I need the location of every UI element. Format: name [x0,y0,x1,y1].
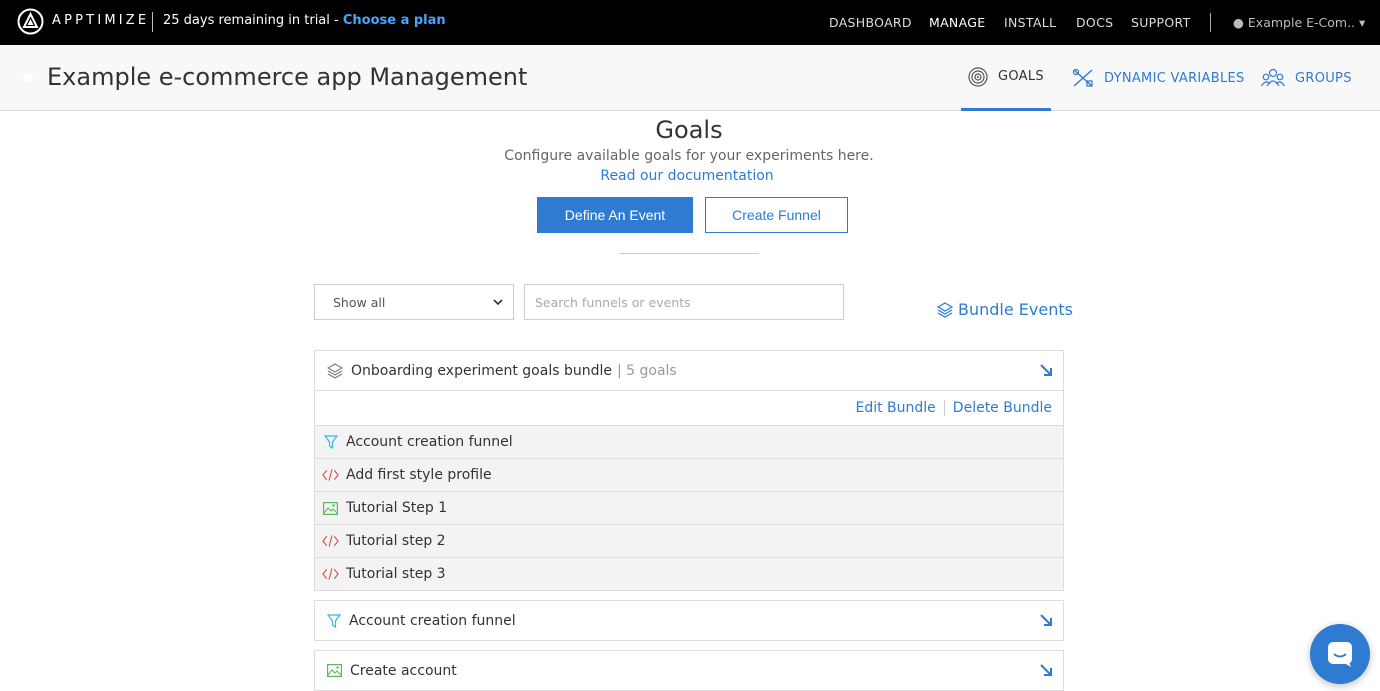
goal-header[interactable]: Account creation funnel [315,601,1063,640]
code-icon [322,468,339,482]
bundle-header[interactable]: Onboarding experiment goals bundle | 5 g… [315,351,1063,390]
groups-icon [1261,68,1285,87]
action-separator [943,400,945,416]
trial-text: 25 days remaining in trial - [163,13,343,28]
bundle-events-label: Bundle Events [958,300,1073,319]
bundle-goal-label: Add first style profile [346,467,492,483]
bundle-goal-label: Account creation funnel [346,434,513,450]
app-switcher-label: Example E-Com.. [1247,15,1356,30]
nav-install[interactable]: INSTALL [1004,15,1056,30]
funnel-icon [322,435,339,449]
tab-groups-label: GROUPS [1295,70,1352,86]
goals-subtitle: Configure available goals for your exper… [504,148,874,164]
code-icon [322,567,339,581]
app-switcher[interactable]: ● Example E-Com.. ▾ [1233,15,1365,30]
nav-support[interactable]: SUPPORT [1131,15,1191,30]
chevron-down-icon [493,299,503,306]
bundle-goal-label: Tutorial step 3 [346,566,446,582]
documentation-link[interactable]: Read our documentation [0,168,1374,184]
tab-dynamic-variables[interactable]: DYNAMIC VARIABLES [1072,45,1245,111]
bundle-goal-row[interactable]: Tutorial step 3 [315,557,1063,590]
expand-arrow-icon[interactable] [1039,613,1053,627]
topbar-divider [152,12,153,32]
bundle-goal-row[interactable]: Add first style profile [315,458,1063,491]
define-event-button[interactable]: Define An Event [537,197,693,233]
create-funnel-button[interactable]: Create Funnel [705,197,848,233]
code-icon [322,534,339,548]
bundle-goal-row[interactable]: Tutorial Step 1 [315,491,1063,524]
layers-icon [327,362,343,379]
top-bar: APPTIMIZE 25 days remaining in trial - C… [0,0,1380,45]
bundle-goal-count: | 5 goals [616,362,677,379]
goals-heading: Goals [655,116,723,144]
goal-filter-value: Show all [333,295,386,310]
bundle-actions: Edit Bundle Delete Bundle [315,390,1063,425]
status-dot [23,73,33,83]
layers-icon [937,301,953,318]
tab-goals-label: GOALS [998,69,1044,84]
funnel-icon [327,613,341,628]
tab-dynamic-variables-label: DYNAMIC VARIABLES [1104,70,1245,86]
bundle-goal-row[interactable]: Tutorial step 2 [315,524,1063,557]
bundle-goal-label: Tutorial step 2 [346,533,446,549]
bundle-goal-label: Tutorial Step 1 [346,500,448,516]
expand-arrow-icon[interactable] [1039,363,1053,377]
delete-bundle-link[interactable]: Delete Bundle [953,400,1052,416]
goal-label: Create account [350,662,457,679]
goal-filter-select[interactable]: Show all [314,284,514,320]
page-title: Example e-commerce app Management [47,63,528,91]
bundle-name: Onboarding experiment goals bundle [351,362,612,379]
nav-dashboard[interactable]: DASHBOARD [829,15,912,30]
image-icon [322,501,339,515]
page-header: Example e-commerce app Management GOALS … [0,45,1380,111]
tab-goals[interactable]: GOALS [961,45,1051,111]
bundle-events-button[interactable]: Bundle Events [937,300,1073,319]
image-icon [327,664,342,677]
bundle-card: Onboarding experiment goals bundle | 5 g… [314,350,1064,591]
tab-groups[interactable]: GROUPS [1261,45,1352,111]
nav-divider [1210,13,1211,32]
bundle-goal-row[interactable]: Account creation funnel [315,425,1063,458]
nav-manage[interactable]: MANAGE [929,15,985,30]
tools-icon [1072,68,1093,87]
caret-down-icon: ▾ [1359,15,1366,30]
brand-name[interactable]: APPTIMIZE [52,13,149,28]
section-divider [619,253,759,254]
goal-label: Account creation funnel [349,612,516,629]
edit-bundle-link[interactable]: Edit Bundle [855,400,935,416]
expand-arrow-icon[interactable] [1039,663,1053,677]
search-input[interactable] [524,284,844,320]
goal-card: Account creation funnel [314,600,1064,641]
chat-launcher-button[interactable] [1310,624,1370,684]
nav-docs[interactable]: DOCS [1076,15,1113,30]
trial-notice: 25 days remaining in trial - Choose a pl… [163,13,446,28]
chat-icon [1328,642,1352,667]
goal-header[interactable]: Create account [315,651,1063,690]
apptimize-logo-icon[interactable] [17,8,44,35]
apple-icon: ● [1233,15,1244,30]
choose-plan-link[interactable]: Choose a plan [343,13,446,28]
target-icon [968,66,988,87]
goal-card: Create account [314,650,1064,691]
